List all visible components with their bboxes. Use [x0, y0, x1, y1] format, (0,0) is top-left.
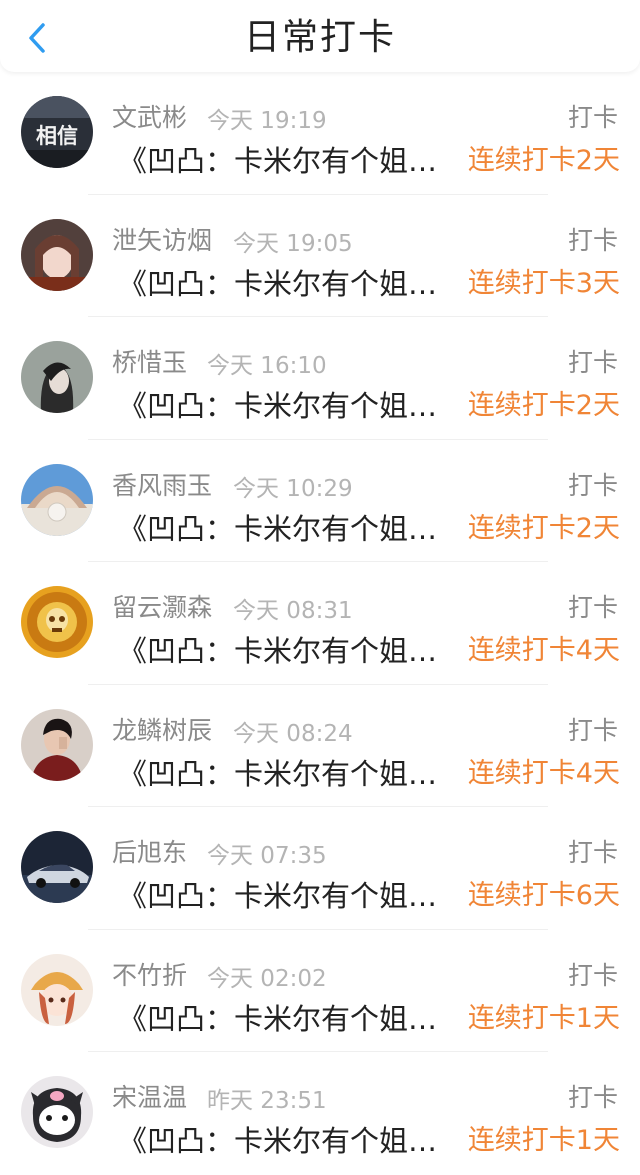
checkin-label: 打卡 [567, 715, 618, 745]
checkin-time: 今天 08:31 [233, 598, 353, 624]
avatar[interactable] [21, 218, 93, 291]
checkin-time: 今天 07:35 [207, 843, 327, 869]
book-title[interactable]: 《凹凸：卡米尔有个姐… [118, 873, 437, 915]
user-name[interactable]: 桥惜玉 [112, 343, 187, 379]
checkin-label: 打卡 [567, 103, 618, 132]
book-title[interactable]: 《凹凸：卡米尔有个姐… [118, 383, 437, 425]
checkin-label: 打卡 [567, 960, 618, 990]
book-title[interactable]: 《凹凸：卡米尔有个姐… [118, 996, 437, 1038]
book-title[interactable]: 《凹凸：卡米尔有个姐… [118, 138, 437, 180]
user-name[interactable]: 泄矢访烟 [112, 221, 212, 257]
list-item[interactable]: 留云灏森 今天 08:31 打卡 《凹凸：卡米尔有个姐… 连续打卡4天 [0, 562, 640, 685]
book-title[interactable]: 《凹凸：卡米尔有个姐… [118, 1118, 437, 1160]
avatar[interactable] [21, 1076, 93, 1148]
streak-count: 连续打卡1天 [467, 1002, 620, 1034]
list-item[interactable]: 后旭东 今天 07:35 打卡 《凹凸：卡米尔有个姐… 连续打卡6天 [0, 807, 640, 930]
list-item[interactable]: 桥惜玉 今天 16:10 打卡 《凹凸：卡米尔有个姐… 连续打卡2天 [0, 317, 640, 440]
checkin-time: 今天 16:10 [207, 353, 327, 379]
list-item[interactable]: 宋温温 昨天 23:51 打卡 《凹凸：卡米尔有个姐… 连续打卡1天 [0, 1052, 640, 1175]
book-title[interactable]: 《凹凸：卡米尔有个姐… [118, 261, 437, 303]
checkin-time: 今天 10:29 [233, 475, 353, 502]
checkin-time: 今天 02:02 [207, 965, 327, 992]
avatar[interactable] [21, 463, 93, 536]
user-name[interactable]: 文武彬 [112, 98, 187, 134]
avatar-text: 相信 [36, 123, 78, 148]
user-name[interactable]: 不竹折 [112, 956, 187, 992]
user-name[interactable]: 后旭东 [112, 833, 187, 869]
streak-count: 连续打卡2天 [467, 512, 620, 544]
checkin-time: 今天 19:05 [233, 230, 353, 257]
streak-count: 连续打卡6天 [467, 880, 620, 911]
streak-count: 连续打卡2天 [467, 390, 620, 421]
avatar[interactable]: 相信 [21, 96, 93, 168]
checkin-time: 昨天 23:51 [207, 1088, 327, 1114]
avatar[interactable] [21, 708, 93, 781]
streak-count: 连续打卡4天 [467, 635, 620, 666]
checkin-label: 打卡 [567, 470, 618, 500]
book-title[interactable]: 《凹凸：卡米尔有个姐… [118, 751, 437, 793]
user-name[interactable]: 龙鳞树辰 [112, 711, 212, 747]
checkin-label: 打卡 [567, 838, 618, 867]
user-name[interactable]: 宋温温 [112, 1078, 187, 1114]
checkin-label: 打卡 [567, 1083, 618, 1112]
streak-count: 连续打卡2天 [467, 145, 620, 176]
streak-count: 连续打卡1天 [467, 1125, 620, 1156]
list-item[interactable]: 泄矢访烟 今天 19:05 打卡 《凹凸：卡米尔有个姐… 连续打卡3天 [0, 195, 640, 317]
list-item[interactable]: 龙鳞树辰 今天 08:24 打卡 《凹凸：卡米尔有个姐… 连续打卡4天 [0, 685, 640, 807]
list-item[interactable]: 相信 文武彬 今天 19:19 打卡 《凹凸：卡米尔有个姐… 连续打卡2天 [0, 72, 640, 195]
top-bar: 日常打卡 [0, 0, 640, 72]
user-name[interactable]: 香风雨玉 [112, 466, 212, 502]
streak-count: 连续打卡3天 [467, 267, 620, 299]
checkin-time: 今天 19:19 [207, 108, 327, 134]
checkin-time: 今天 08:24 [233, 720, 353, 747]
avatar[interactable] [21, 341, 93, 413]
list-item[interactable]: 不竹折 今天 02:02 打卡 《凹凸：卡米尔有个姐… 连续打卡1天 [0, 930, 640, 1052]
book-title[interactable]: 《凹凸：卡米尔有个姐… [118, 628, 437, 670]
avatar[interactable] [21, 831, 93, 903]
checkin-label: 打卡 [567, 593, 618, 622]
streak-count: 连续打卡4天 [467, 757, 620, 789]
list-item[interactable]: 香风雨玉 今天 10:29 打卡 《凹凸：卡米尔有个姐… 连续打卡2天 [0, 440, 640, 562]
avatar[interactable] [21, 953, 93, 1026]
user-name[interactable]: 留云灏森 [112, 588, 212, 624]
page-title: 日常打卡 [243, 17, 396, 58]
checkin-list: 相信 文武彬 今天 19:19 打卡 《凹凸：卡米尔有个姐… 连续打卡2天 泄矢… [0, 72, 640, 1175]
checkin-label: 打卡 [567, 348, 618, 377]
book-title[interactable]: 《凹凸：卡米尔有个姐… [118, 506, 437, 548]
avatar[interactable] [21, 586, 93, 658]
checkin-label: 打卡 [567, 225, 618, 255]
